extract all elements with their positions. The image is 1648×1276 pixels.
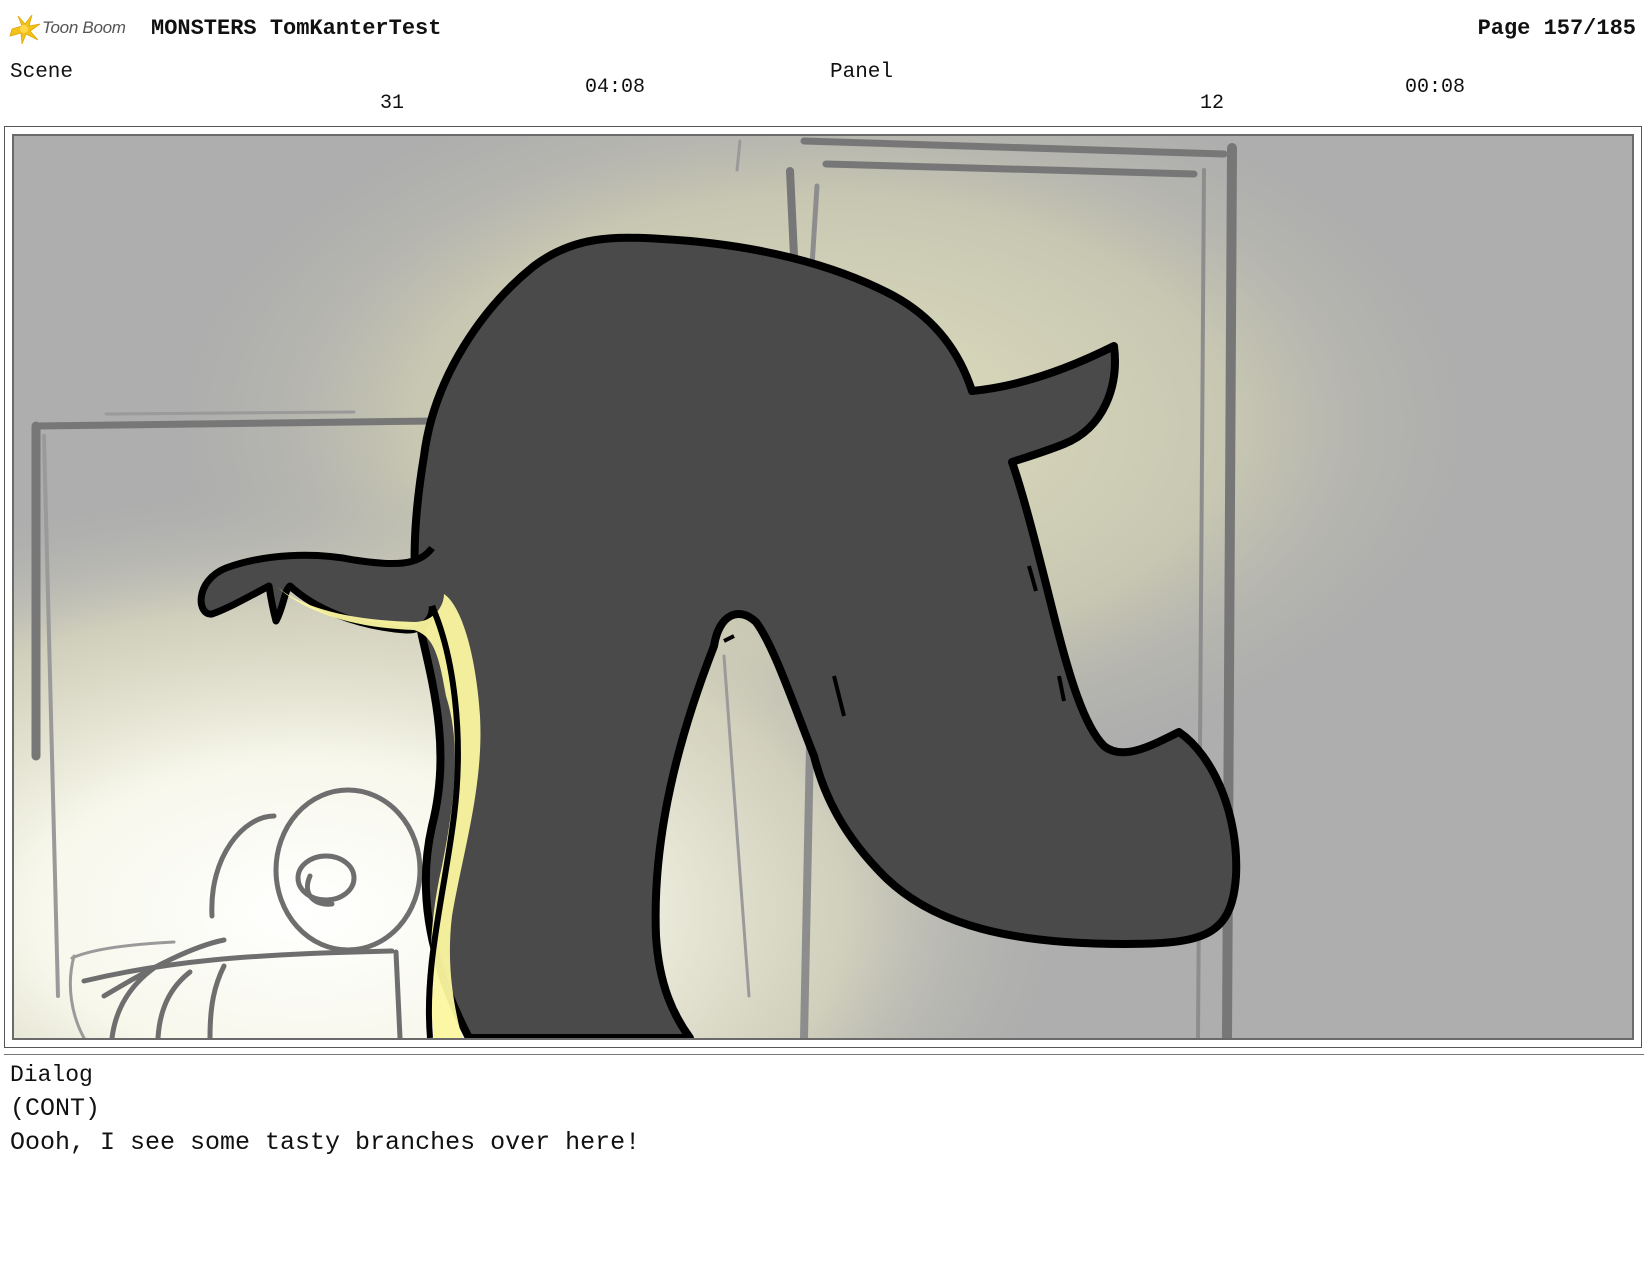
toon-boom-logo: Toon Boom xyxy=(8,12,138,46)
panel-drawing xyxy=(14,136,1632,1038)
scene-number: 31 xyxy=(380,92,405,115)
panel-divider xyxy=(4,1054,1644,1055)
page-number: Page 157/185 xyxy=(1477,16,1636,41)
storyboard-panel-image xyxy=(12,134,1634,1040)
dialog-line: (CONT) xyxy=(10,1094,101,1123)
scene-duration: 04:08 xyxy=(585,76,646,99)
panel-duration: 00:08 xyxy=(1405,76,1466,99)
scene-label: Scene xyxy=(10,61,74,84)
dialog-line: Oooh, I see some tasty branches over her… xyxy=(10,1128,641,1157)
logo-text: Toon Boom xyxy=(42,18,126,37)
storyboard-panel-frame xyxy=(4,126,1642,1048)
page-header: Toon Boom MONSTERS TomKanterTest Page 15… xyxy=(0,0,1648,58)
starburst-icon xyxy=(9,14,41,45)
panel-label: Panel xyxy=(830,61,894,84)
dialog-label: Dialog xyxy=(10,1062,93,1088)
project-title: MONSTERS TomKanterTest xyxy=(151,16,442,41)
panel-number: 12 xyxy=(1200,92,1225,115)
